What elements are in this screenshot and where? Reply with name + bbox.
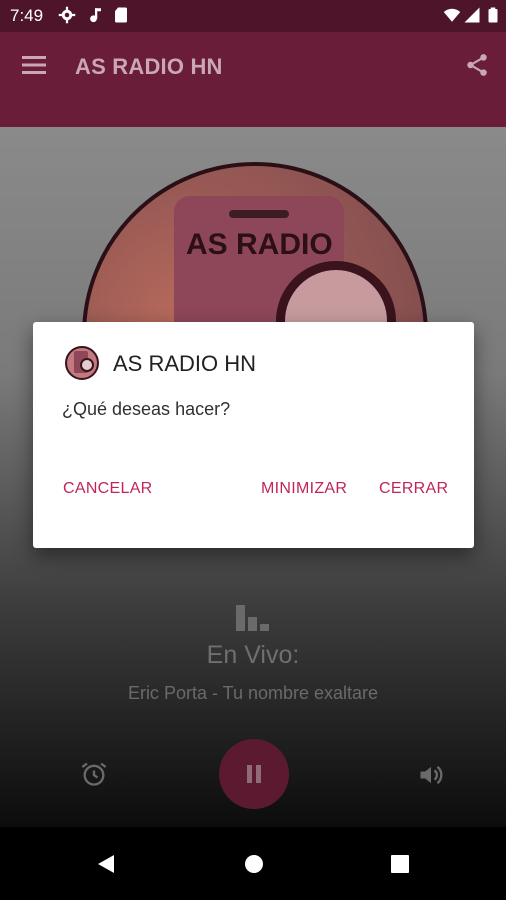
pause-button[interactable]: [219, 739, 289, 809]
app-bar: AS RADIO HN: [0, 32, 506, 127]
recents-icon[interactable]: [389, 853, 411, 875]
app-title: AS RADIO HN: [75, 54, 223, 79]
home-icon[interactable]: [243, 853, 265, 875]
navigation-bar: [0, 827, 506, 900]
logo-text: AS RADIO: [186, 228, 333, 261]
share-icon[interactable]: [464, 52, 490, 78]
action-dialog: AS RADIO HN ¿Qué deseas hacer? CANCELAR …: [33, 322, 474, 548]
close-button[interactable]: CERRAR: [379, 480, 448, 498]
gear-icon: [58, 6, 76, 24]
app-logo-icon: [65, 346, 99, 380]
sd-card-icon: [115, 7, 127, 23]
now-playing-text: Eric Porta - Tu nombre exaltare: [127, 683, 379, 703]
wifi-icon: [443, 8, 461, 22]
dialog-message: ¿Qué deseas hacer?: [62, 399, 231, 419]
back-icon[interactable]: [94, 853, 116, 875]
pause-icon: [247, 765, 252, 783]
minimize-button[interactable]: MINIMIZAR: [261, 480, 347, 498]
equalizer-icon: [236, 605, 269, 631]
alarm-icon[interactable]: [80, 760, 108, 788]
status-bar: 7:49: [0, 0, 506, 32]
battery-icon: [488, 7, 498, 23]
status-time: 7:49: [10, 6, 44, 25]
volume-icon[interactable]: [417, 761, 445, 789]
music-note-icon: [90, 8, 101, 23]
live-label: En Vivo:: [206, 641, 300, 669]
dialog-title: AS RADIO HN: [113, 351, 257, 376]
cancel-button[interactable]: CANCELAR: [63, 480, 153, 498]
signal-icon: [464, 7, 480, 23]
menu-icon[interactable]: [22, 54, 48, 76]
